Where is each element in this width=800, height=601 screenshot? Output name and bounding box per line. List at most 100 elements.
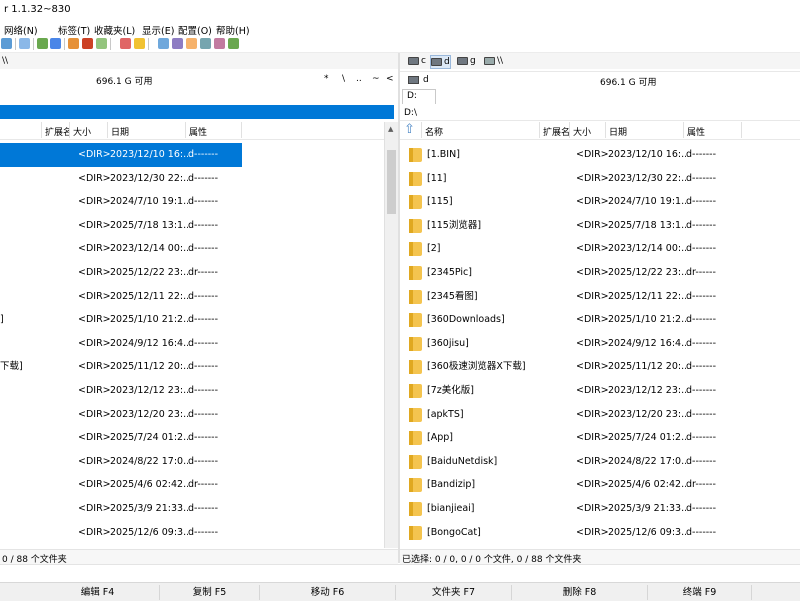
file-attr: d------- bbox=[686, 243, 717, 255]
left-col-ext[interactable]: 扩展名 bbox=[42, 122, 70, 138]
tab-label: D: bbox=[407, 91, 417, 101]
settings-icon[interactable] bbox=[214, 38, 225, 49]
table-row[interactable]: [apkTS] <DIR> 2023/12/20 23:... d------- bbox=[400, 403, 800, 427]
delete-f8-button[interactable]: 删除 F8 bbox=[512, 585, 648, 600]
left-path-bar[interactable] bbox=[0, 105, 394, 119]
menu-view[interactable]: 显示(E) bbox=[142, 23, 174, 37]
nav-home-button[interactable]: ~ bbox=[372, 74, 380, 84]
table-row[interactable]: <DIR> 2024/8/22 17:0... d------- bbox=[0, 450, 242, 474]
file-attr: d------- bbox=[188, 526, 219, 538]
drive-d-button[interactable]: d bbox=[430, 55, 451, 69]
copy-f5-button[interactable]: 复制 F5 bbox=[160, 585, 260, 600]
table-row[interactable]: <DIR> 2025/3/9 21:33... d------- bbox=[0, 497, 242, 521]
table-row[interactable]: <DIR> 2023/12/14 00:... d------- bbox=[0, 237, 242, 261]
terminal-f9-button[interactable]: 终端 F9 bbox=[648, 585, 752, 600]
table-row[interactable]: <DIR> 2025/12/22 23:... dr------ bbox=[0, 261, 242, 285]
compare-icon[interactable] bbox=[158, 38, 169, 49]
table-row[interactable]: <DIR> 2025/12/6 09:3... d------- bbox=[0, 521, 242, 545]
forward-icon[interactable] bbox=[50, 38, 61, 49]
table-row[interactable]: [115浏览器] <DIR> 2025/7/18 13:1... d------… bbox=[400, 214, 800, 238]
scroll-up-icon[interactable]: ▲ bbox=[388, 125, 393, 133]
table-row[interactable]: [360Downloads] <DIR> 2025/1/10 21:2... d… bbox=[400, 308, 800, 332]
sync-icon[interactable] bbox=[96, 38, 107, 49]
attributes-icon[interactable] bbox=[200, 38, 211, 49]
menu-tabs[interactable]: 标签(T) bbox=[58, 23, 90, 37]
menu-favorites[interactable]: 收藏夹(L) bbox=[94, 23, 135, 37]
move-f6-button[interactable]: 移动 F6 bbox=[260, 585, 396, 600]
network-drive-button[interactable]: \\ bbox=[484, 55, 503, 67]
table-row[interactable]: ] <DIR> 2025/1/10 21:2... d------- bbox=[0, 308, 242, 332]
right-col-name[interactable]: 名称 bbox=[422, 122, 540, 138]
menu-network[interactable]: 网络(N) bbox=[4, 23, 38, 37]
table-row[interactable]: <DIR> 2025/7/24 01:2... d------- bbox=[0, 426, 242, 450]
right-col-size[interactable]: 大小 bbox=[570, 122, 606, 138]
nav-up-button[interactable]: .. bbox=[356, 74, 362, 84]
right-path-bar[interactable]: D:\ bbox=[400, 106, 800, 121]
refresh-icon[interactable] bbox=[1, 38, 12, 49]
table-row[interactable]: [360jisu] <DIR> 2024/9/12 16:4... d-----… bbox=[400, 332, 800, 356]
copy-names-icon[interactable] bbox=[19, 38, 30, 49]
folder-name: [bianjieai] bbox=[427, 503, 475, 514]
left-col-date[interactable]: 日期 bbox=[108, 122, 186, 138]
table-row[interactable]: [BaiduNetdisk] <DIR> 2024/8/22 17:0... d… bbox=[400, 450, 800, 474]
right-col-date[interactable]: 日期 bbox=[606, 122, 684, 138]
edit-f4-button[interactable]: 编辑 F4 bbox=[0, 585, 160, 600]
left-scrollbar[interactable]: ▲ bbox=[384, 122, 398, 548]
table-row[interactable]: <DIR> 2023/12/30 22:... d------- bbox=[0, 167, 242, 191]
drive-g-button[interactable]: g bbox=[457, 55, 476, 67]
notepad-icon[interactable] bbox=[186, 38, 197, 49]
table-row[interactable]: <DIR> 2025/12/11 22:... d------- bbox=[0, 285, 242, 309]
right-col-ext[interactable]: 扩展名 bbox=[540, 122, 570, 138]
table-row[interactable]: <DIR> 2023/12/20 23:... d------- bbox=[0, 403, 242, 427]
left-col-size[interactable]: 大小 bbox=[70, 122, 108, 138]
right-col-attr[interactable]: 属性 bbox=[684, 122, 742, 138]
file-name: ] bbox=[0, 314, 4, 326]
table-row[interactable]: [1.BIN] <DIR> 2023/12/10 16:... d------- bbox=[400, 143, 800, 167]
table-row[interactable]: [115] <DIR> 2024/7/10 19:1... d------- bbox=[400, 190, 800, 214]
unpack-icon[interactable] bbox=[82, 38, 93, 49]
table-row[interactable]: [11] <DIR> 2023/12/30 22:... d------- bbox=[400, 167, 800, 191]
file-date: 2023/12/12 23:... bbox=[608, 385, 686, 396]
table-row[interactable]: [Bandizip] <DIR> 2025/4/6 02:42... dr---… bbox=[400, 473, 800, 497]
pack-icon[interactable] bbox=[68, 38, 79, 49]
table-row[interactable]: <DIR> 2025/7/18 13:1... d------- bbox=[0, 214, 242, 238]
multi-rename-icon[interactable] bbox=[120, 38, 131, 49]
table-row[interactable]: [2345看图] <DIR> 2025/12/11 22:... d------… bbox=[400, 285, 800, 309]
table-row[interactable]: <DIR> 2023/12/12 23:... d------- bbox=[0, 379, 242, 403]
table-row[interactable]: [7z美化版] <DIR> 2023/12/12 23:... d------- bbox=[400, 379, 800, 403]
table-row[interactable]: <DIR> 2025/4/6 02:42... dr------ bbox=[0, 473, 242, 497]
command-line[interactable] bbox=[0, 564, 800, 583]
left-col-attr[interactable]: 属性 bbox=[186, 122, 242, 138]
file-name bbox=[2, 332, 72, 356]
drive-c-button[interactable]: c bbox=[408, 55, 426, 67]
file-date: 2025/7/18 13:1... bbox=[608, 219, 686, 231]
table-row[interactable]: [App] <DIR> 2025/7/24 01:2... d------- bbox=[400, 426, 800, 450]
file-size: <DIR> bbox=[78, 267, 110, 278]
table-row[interactable]: [2345Pic] <DIR> 2025/12/22 23:... dr----… bbox=[400, 261, 800, 285]
table-row[interactable]: <DIR> 2023/12/10 16:... d------- bbox=[0, 143, 242, 167]
newfolder-f7-button[interactable]: 文件夹 F7 bbox=[396, 585, 512, 600]
table-row[interactable]: [360极速浏览器X下载] <DIR> 2025/11/12 20:... d-… bbox=[400, 355, 800, 379]
search-files-icon[interactable] bbox=[134, 38, 145, 49]
table-row[interactable]: <DIR> 2024/7/10 19:1... d------- bbox=[0, 190, 242, 214]
exit-icon[interactable] bbox=[228, 38, 239, 49]
file-name bbox=[2, 521, 72, 545]
left-col-name[interactable] bbox=[0, 122, 42, 138]
ftp-icon[interactable] bbox=[172, 38, 183, 49]
nav-root-favorites[interactable]: * bbox=[324, 74, 329, 84]
nav-history-button[interactable]: < bbox=[386, 74, 394, 84]
nav-root-button[interactable]: \ bbox=[342, 74, 345, 84]
table-row[interactable]: [bianjieai] <DIR> 2025/3/9 21:33... d---… bbox=[400, 497, 800, 521]
left-scroll-thumb[interactable] bbox=[387, 150, 396, 214]
table-row[interactable]: 下载] <DIR> 2025/11/12 20:... d------- bbox=[0, 355, 242, 379]
tab-drive-d[interactable]: D: bbox=[402, 89, 436, 104]
left-network-path[interactable]: \\ bbox=[2, 55, 8, 67]
table-row[interactable]: [BongoCat] <DIR> 2025/12/6 09:3... d----… bbox=[400, 521, 800, 545]
menu-config[interactable]: 配置(O) bbox=[178, 23, 212, 37]
table-row[interactable]: <DIR> 2024/9/12 16:4... d------- bbox=[0, 332, 242, 356]
menu-help[interactable]: 帮助(H) bbox=[216, 23, 250, 37]
back-icon[interactable] bbox=[37, 38, 48, 49]
up-arrow-icon[interactable]: ⇧ bbox=[400, 122, 422, 138]
right-drive-select[interactable]: d bbox=[408, 75, 429, 85]
table-row[interactable]: [2] <DIR> 2023/12/14 00:... d------- bbox=[400, 237, 800, 261]
